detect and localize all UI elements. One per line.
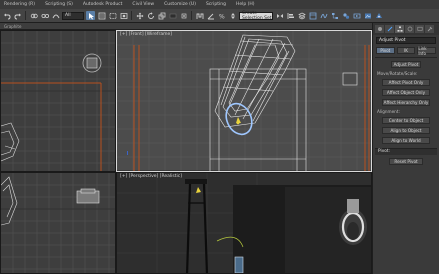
panel-divider: [375, 57, 437, 58]
display-icon[interactable]: [415, 25, 424, 33]
viewport-top-scene: [1, 31, 115, 171]
select-by-name-icon[interactable]: [97, 11, 106, 20]
affect-object-only-button[interactable]: Affect Object Only: [382, 89, 430, 96]
layer-manager-icon[interactable]: [297, 11, 306, 20]
percent-snap-icon[interactable]: %: [217, 11, 226, 20]
graphite-ribbon-icon[interactable]: [308, 11, 317, 20]
select-and-move-icon[interactable]: [135, 11, 144, 20]
align-to-object-button[interactable]: Align to Object: [382, 127, 430, 134]
viewport-left-scene: [1, 173, 115, 273]
viewport-perspective-label[interactable]: [+] [Perspective] [Realistic]: [120, 174, 182, 179]
rendered-frame-icon[interactable]: [363, 11, 372, 20]
align-to-world-button[interactable]: Align to World: [382, 137, 430, 144]
tab-pivot[interactable]: Pivot: [376, 47, 395, 54]
snaps-toggle-icon[interactable]: [195, 11, 204, 20]
tab-ik[interactable]: IK: [396, 47, 416, 54]
affect-hierarchy-only-button[interactable]: Affect Hierarchy Only: [382, 99, 430, 106]
create-icon[interactable]: [375, 25, 384, 33]
named-selection-set-field[interactable]: Create Selection Set: [239, 11, 273, 21]
pivot-gizmo[interactable]: [221, 99, 256, 138]
hierarchy-icon[interactable]: [395, 25, 404, 33]
main-toolbar: All % Create Selection Set: [0, 9, 439, 23]
hierarchy-subtabs: Pivot IK Link Info: [376, 46, 437, 56]
menu-item-help[interactable]: Help (H): [236, 2, 255, 7]
menu-bar: Rendering (R) Scripting (S) Autodesk Pro…: [0, 0, 439, 9]
viewport-perspective[interactable]: [+] [Perspective] [Realistic]: [116, 172, 372, 274]
spinner-snap-icon[interactable]: [228, 11, 237, 20]
menu-item-rendering[interactable]: Rendering (R): [4, 2, 35, 7]
select-and-scale-icon[interactable]: [157, 11, 166, 20]
viewport-top[interactable]: [0, 30, 116, 172]
align-icon[interactable]: [286, 11, 295, 20]
viewport-top-object[interactable]: [82, 53, 102, 73]
command-panel: Adjust Pivot Pivot IK Link Info Adjust P…: [372, 23, 439, 274]
viewport-perspective-scene: [117, 173, 371, 273]
unlink-icon[interactable]: [40, 11, 49, 20]
material-editor-icon[interactable]: [341, 11, 350, 20]
ribbon-label[interactable]: Graphite: [4, 24, 21, 29]
menu-item-scripting[interactable]: Scripting (S): [45, 2, 73, 7]
utilities-icon[interactable]: [425, 25, 434, 33]
reference-coordinate-icon[interactable]: [168, 11, 177, 20]
link-icon[interactable]: [29, 11, 38, 20]
render-setup-icon[interactable]: [352, 11, 361, 20]
motion-icon[interactable]: [405, 25, 414, 33]
pivot-center-icon[interactable]: [179, 11, 188, 20]
affect-pivot-only-button[interactable]: Affect Pivot Only: [382, 79, 430, 86]
toolbar-divider: [131, 11, 132, 20]
ribbon-bar: Graphite: [0, 23, 372, 30]
select-and-rotate-icon[interactable]: [146, 11, 155, 20]
selection-filter-dropdown[interactable]: All: [62, 11, 84, 20]
mirror-icon[interactable]: [275, 11, 284, 20]
redo-icon[interactable]: [13, 11, 22, 20]
bind-space-warp-icon[interactable]: [51, 11, 60, 20]
menu-item-scripting-2[interactable]: Scripting: [206, 2, 226, 7]
center-to-object-button[interactable]: Center to Object: [382, 117, 430, 124]
toolbar-divider: [25, 11, 26, 20]
viewport-front-scene: [117, 31, 371, 172]
viewport-front-label[interactable]: [+] [Front] [Wireframe]: [120, 32, 172, 37]
move-rotate-scale-label: Move/Rotate/Scale:: [377, 71, 418, 76]
angle-snap-icon[interactable]: [206, 11, 215, 20]
menu-item-civil-view[interactable]: Civil View: [132, 2, 154, 7]
menu-item-autodesk[interactable]: Autodesk Product: [83, 2, 123, 7]
alignment-label: Alignment:: [377, 109, 400, 114]
adjust-pivot-rollout-button[interactable]: Adjust Pivot: [391, 61, 421, 68]
modify-icon[interactable]: [385, 25, 394, 33]
tab-link-info[interactable]: Link Info: [417, 46, 437, 56]
command-panel-tabs: [373, 23, 439, 35]
schematic-view-icon[interactable]: [330, 11, 339, 20]
toolbar-divider: [191, 11, 192, 20]
viewport-left-object[interactable]: [76, 188, 100, 204]
viewport-front[interactable]: [+] [Front] [Wireframe]: [116, 30, 372, 172]
object-name-field[interactable]: Adjust Pivot: [376, 37, 436, 44]
undo-icon[interactable]: [2, 11, 11, 20]
viewport-left[interactable]: [0, 172, 116, 274]
window-crossing-icon[interactable]: [119, 11, 128, 20]
pivot-rollout-header[interactable]: Pivot:: [375, 148, 437, 155]
select-object-icon[interactable]: [86, 11, 95, 20]
rectangular-selection-icon[interactable]: [108, 11, 117, 20]
reset-pivot-button[interactable]: Reset Pivot: [389, 158, 423, 165]
wireframe-lamp-object[interactable]: [209, 34, 358, 172]
render-production-icon[interactable]: [374, 11, 383, 20]
svg-text:%: %: [219, 13, 225, 20]
menu-item-customize[interactable]: Customize (U): [164, 2, 196, 7]
curve-editor-icon[interactable]: [319, 11, 328, 20]
